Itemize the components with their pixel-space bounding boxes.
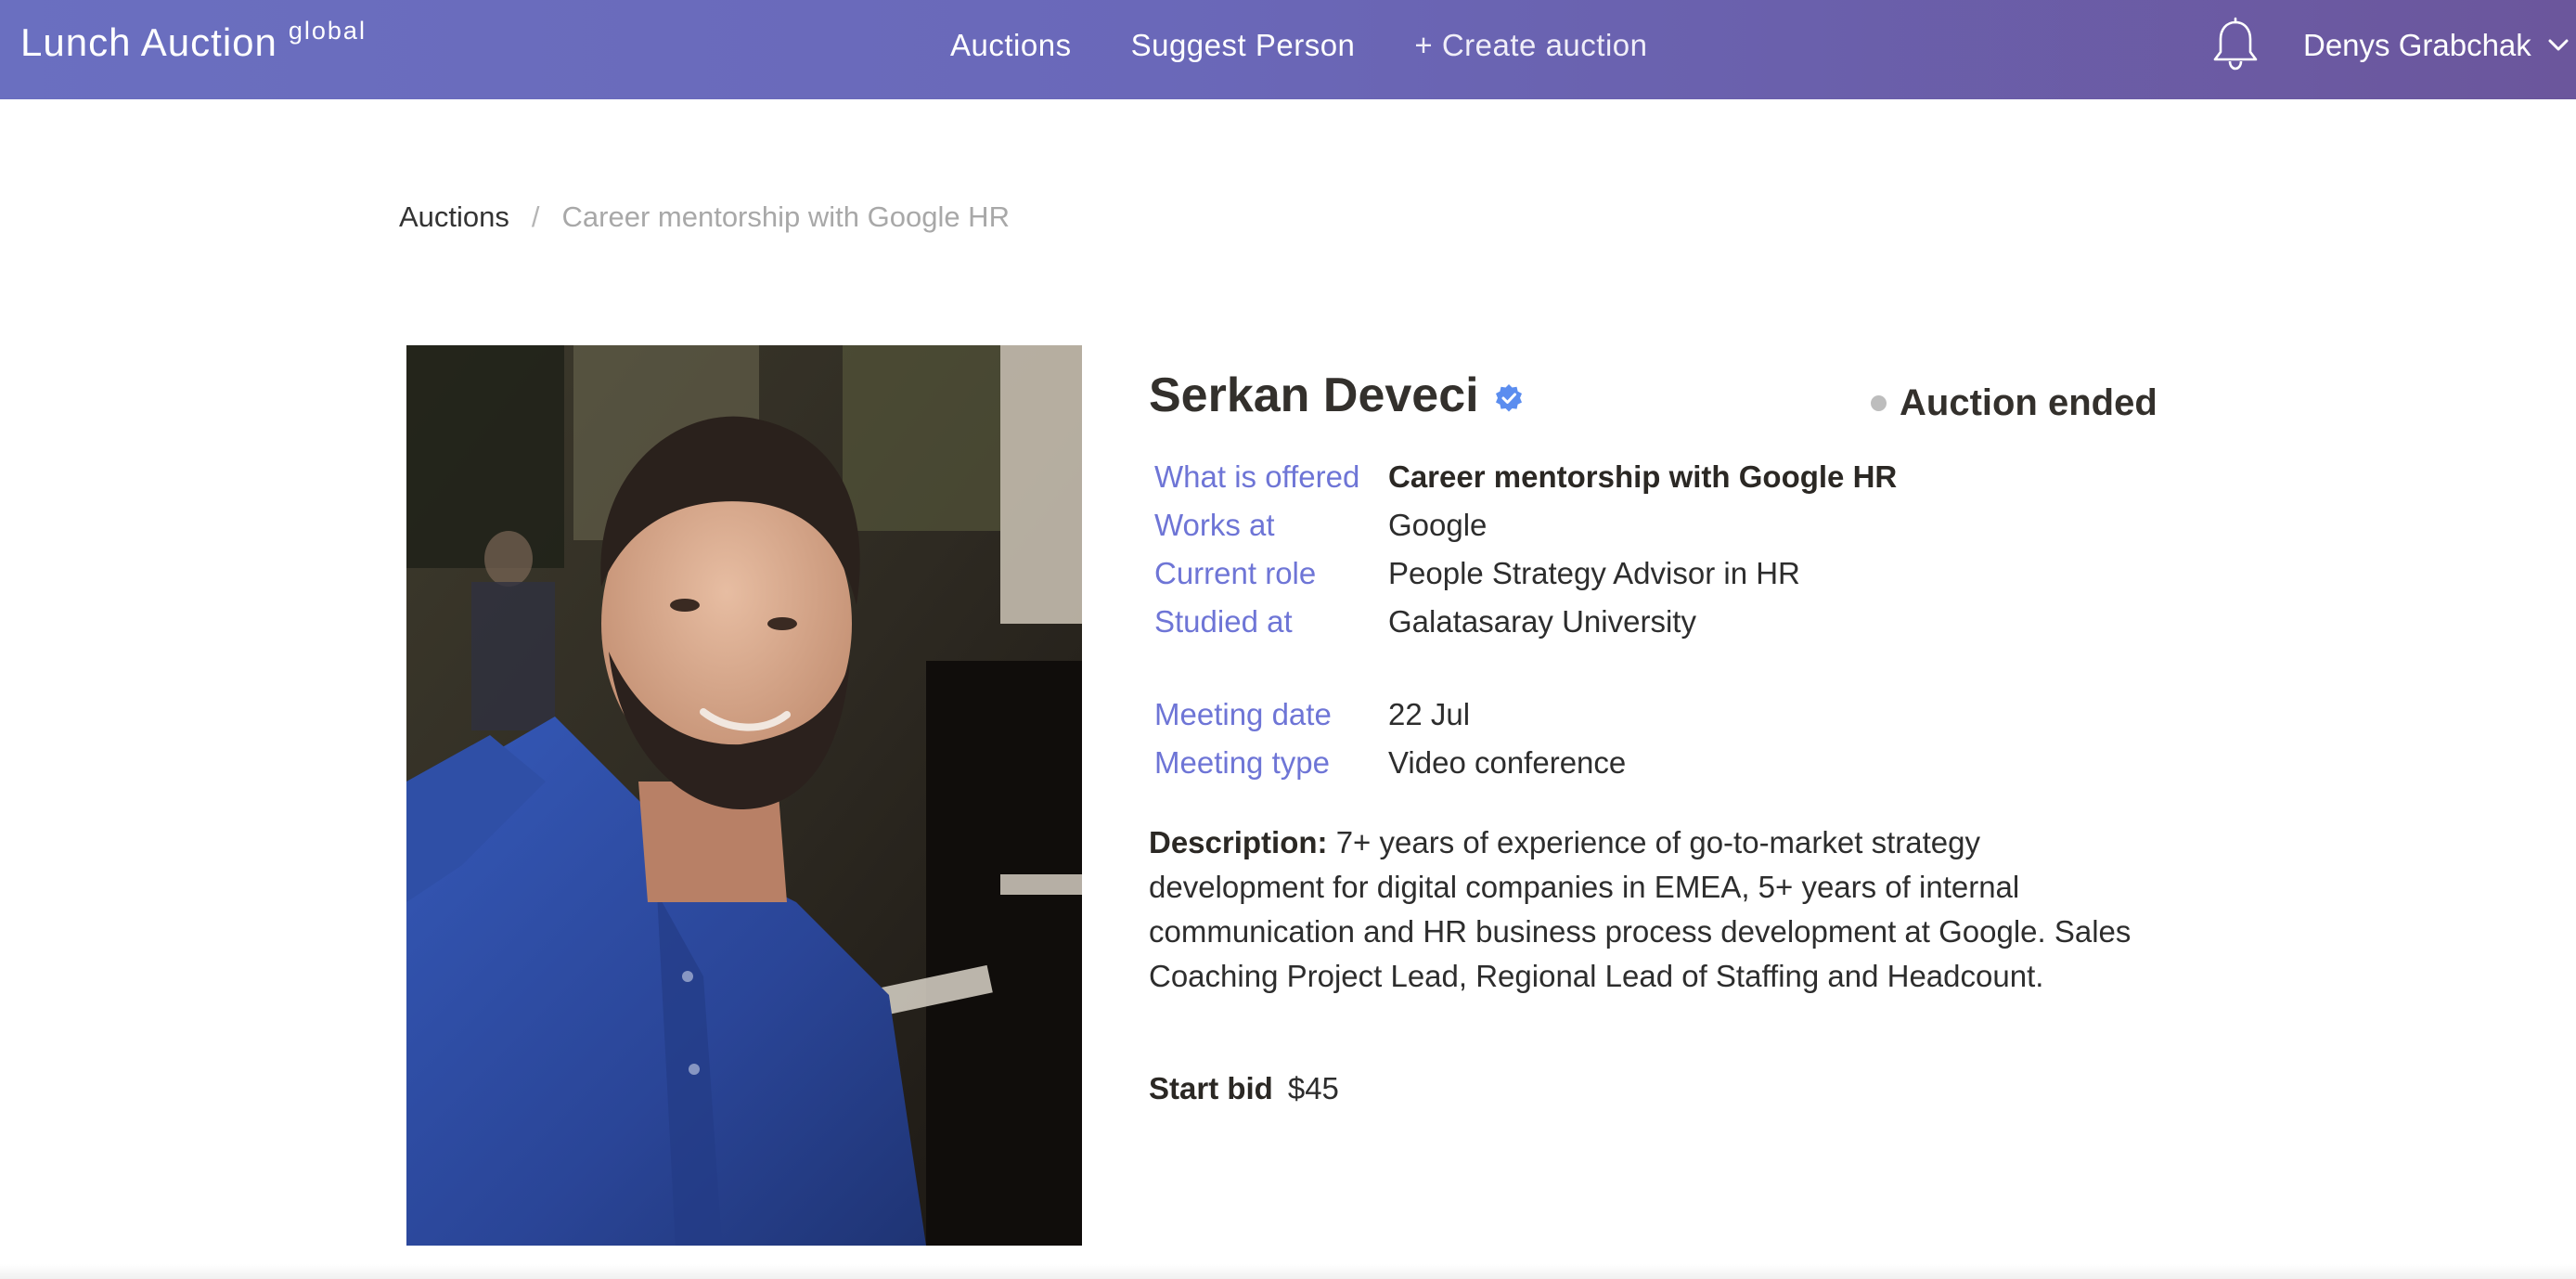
detail-label: Studied at — [1154, 604, 1293, 639]
photo-illustration — [406, 345, 1082, 1246]
description: Description: 7+ years of experience of g… — [1149, 820, 2151, 999]
offer-details: What is offered Career mentorship with G… — [1154, 453, 1897, 646]
detail-value: Google — [1388, 508, 1488, 542]
detail-row-offered: What is offered Career mentorship with G… — [1154, 453, 1897, 501]
main-nav: Auctions Suggest Person + Create auction — [950, 28, 1647, 63]
nav-auctions-link[interactable]: Auctions — [950, 28, 1072, 63]
page-fold-shadow — [0, 1264, 2576, 1279]
detail-value: Galatasaray University — [1388, 604, 1696, 639]
brand-name: Lunch Auction — [20, 20, 277, 64]
description-label: Description: — [1149, 825, 1328, 859]
start-bid-value: $45 — [1287, 1071, 1339, 1105]
breadcrumb-separator: / — [531, 200, 540, 233]
user-menu[interactable]: Denys Grabchak — [2303, 28, 2569, 63]
breadcrumb-auctions-link[interactable]: Auctions — [399, 200, 509, 233]
detail-value: Video conference — [1388, 745, 1627, 780]
detail-label: Meeting date — [1154, 697, 1332, 731]
detail-row-meeting-date: Meeting date 22 Jul — [1154, 691, 1626, 739]
nav-create-auction-link[interactable]: + Create auction — [1414, 28, 1647, 63]
detail-row-works-at: Works at Google — [1154, 501, 1897, 549]
notification-bell-icon[interactable] — [2209, 17, 2262, 72]
person-photo — [406, 345, 1082, 1246]
detail-row-current-role: Current role People Strategy Advisor in … — [1154, 549, 1897, 598]
start-bid-label: Start bid — [1149, 1071, 1273, 1105]
detail-label: Current role — [1154, 556, 1317, 590]
detail-label: Meeting type — [1154, 745, 1330, 780]
detail-row-meeting-type: Meeting type Video conference — [1154, 739, 1626, 787]
detail-label: Works at — [1154, 508, 1275, 542]
chevron-down-icon — [2548, 39, 2569, 51]
detail-value: 22 Jul — [1388, 697, 1471, 731]
brand-logo[interactable]: Lunch Auction global — [20, 17, 367, 65]
breadcrumb: Auctions / Career mentorship with Google H… — [399, 200, 1010, 234]
person-name-text: Serkan Deveci — [1149, 368, 1479, 422]
detail-value: Career mentorship with Google HR — [1388, 459, 1898, 494]
breadcrumb-current: Career mentorship with Google HR — [561, 200, 1010, 233]
start-bid: Start bid $45 — [1149, 1071, 1339, 1106]
meeting-details: Meeting date 22 Jul Meeting type Video c… — [1154, 691, 1626, 787]
auction-status: Auction ended — [1871, 382, 2157, 424]
verified-badge-icon — [1495, 384, 1522, 412]
nav-suggest-person-link[interactable]: Suggest Person — [1131, 28, 1356, 63]
auction-status-label: Auction ended — [1900, 382, 2157, 423]
top-navigation-bar: Lunch Auction global Auctions Suggest Per… — [0, 0, 2576, 99]
detail-row-studied-at: Studied at Galatasaray University — [1154, 598, 1897, 646]
person-name: Serkan Deveci — [1149, 368, 1524, 423]
brand-tag: global — [288, 17, 367, 45]
detail-value: People Strategy Advisor in HR — [1388, 556, 1800, 590]
detail-label: What is offered — [1154, 459, 1360, 494]
status-dot — [1871, 395, 1887, 411]
user-name: Denys Grabchak — [2303, 28, 2531, 62]
